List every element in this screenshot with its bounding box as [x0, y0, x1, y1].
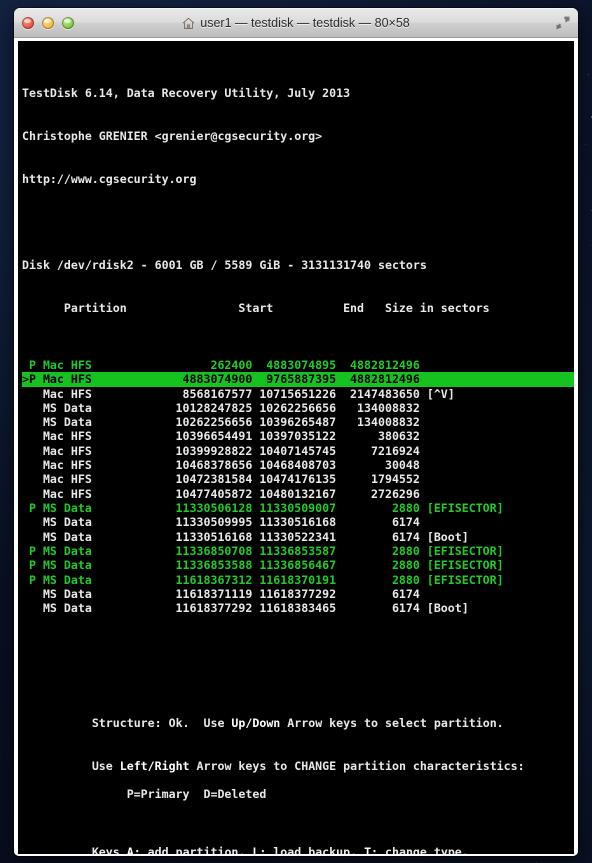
fullscreen-arrows-icon[interactable] [555, 15, 571, 31]
partition-row[interactable]: P Mac HFS 262400 4883074895 4882812496 [22, 358, 574, 372]
home-icon [183, 17, 195, 29]
partition-row[interactable]: MS Data 10128247825 10262256656 13400883… [22, 401, 574, 415]
footer-characteristics-line: P=Primary D=Deleted [22, 787, 267, 802]
partition-row-text: Mac HFS 10396654491 10397035122 380632 [22, 429, 420, 444]
footer-keys-line: Keys A: add partition, L: load backup, T… [22, 830, 574, 855]
partition-row-text: Mac HFS 10472381584 10474176135 1794552 [22, 472, 420, 487]
terminal-window[interactable]: user1 — testdisk — testdisk — 80×58 Test… [14, 8, 578, 856]
up-down-key-hint: Up/Down [231, 715, 281, 730]
partition-row-text: P Mac HFS 262400 4883074895 4882812496 [22, 357, 420, 372]
close-button[interactable] [22, 17, 34, 29]
terminal-screen-area[interactable]: TestDisk 6.14, Data Recovery Utility, Ju… [18, 41, 574, 854]
partition-row[interactable]: Mac HFS 10472381584 10474176135 1794552 [22, 472, 574, 486]
partition-row[interactable]: Mac HFS 10477405872 10480132167 2726296 [22, 487, 574, 501]
partition-row[interactable]: Mac HFS 10399928822 10407145745 7216924 [22, 444, 574, 458]
partition-table[interactable]: P Mac HFS 262400 4883074895 4882812496 >P… [22, 358, 574, 616]
partition-row[interactable]: P MS Data 11336850708 11336853587 2880 [… [22, 544, 574, 558]
partition-row-text: Mac HFS 10399928822 10407145745 7216924 [22, 443, 420, 458]
app-banner-line-3: http://www.cgsecurity.org [22, 171, 197, 186]
partition-row-text: P MS Data 11336850708 11336853587 2880 [… [22, 543, 504, 558]
partition-row[interactable]: Mac HFS 10468378656 10468408703 30048 [22, 458, 574, 472]
partition-row-text: Mac HFS 10468378656 10468408703 30048 [22, 458, 420, 473]
wallpaper-star [536, 861, 538, 863]
zoom-button[interactable] [62, 17, 74, 29]
window-titlebar[interactable]: user1 — testdisk — testdisk — 80×58 [14, 8, 578, 38]
minimize-button[interactable] [42, 17, 54, 29]
key-t-hint: T [364, 844, 372, 855]
app-banner-line-2: Christophe GRENIER <grenier@cgsecurity.o… [22, 128, 323, 143]
footer-change-line: Use Left/Right Arrow keys to CHANGE part… [91, 758, 525, 773]
partition-row-text: P MS Data 11618367312 11618370191 2880 [… [22, 572, 504, 587]
partition-row[interactable]: >P Mac HFS 4883074900 9765887395 4882812… [22, 372, 574, 387]
partition-row-text: MS Data 10262256656 10396265487 13400883… [22, 415, 420, 430]
partition-row[interactable]: P MS Data 11618367312 11618370191 2880 [… [22, 573, 574, 587]
partition-row-text: >P Mac HFS 4883074900 9765887395 4882812… [22, 372, 574, 387]
partition-row[interactable]: MS Data 11618377292 11618383465 6174 [Bo… [22, 601, 574, 615]
footer-structure-line: Structure: Ok. Use Up/Down Arrow keys to… [91, 715, 504, 730]
partition-row[interactable]: MS Data 11330509995 11330516168 6174 [22, 515, 574, 529]
wallpaper-star [590, 244, 592, 246]
key-a-hint: A [126, 844, 134, 855]
partition-row-text: MS Data 11330516168 11330522341 6174 [Bo… [22, 529, 469, 544]
wallpaper-star [584, 144, 586, 146]
partition-row[interactable]: Mac HFS 8568167577 10715651226 214748365… [22, 387, 574, 401]
window-title: user1 — testdisk — testdisk — 80×58 [14, 16, 578, 30]
partition-row[interactable]: P MS Data 11330506128 11330509007 2880 [… [22, 501, 574, 515]
table-header-row: Partition Start End Size in sectors [22, 300, 490, 315]
terminal-body: TestDisk 6.14, Data Recovery Utility, Ju… [14, 38, 578, 856]
app-banner-line-1: TestDisk 6.14, Data Recovery Utility, Ju… [22, 85, 351, 100]
partition-row[interactable]: MS Data 11330516168 11330522341 6174 [Bo… [22, 530, 574, 544]
terminal-text: TestDisk 6.14, Data Recovery Utility, Ju… [18, 43, 574, 854]
partition-row[interactable]: Mac HFS 10396654491 10397035122 380632 [22, 429, 574, 443]
wallpaper-star [588, 73, 590, 75]
partition-row-text: Mac HFS 10477405872 10480132167 2726296 [22, 486, 420, 501]
partition-row[interactable]: MS Data 10262256656 10396265487 13400883… [22, 415, 574, 429]
window-title-text: user1 — testdisk — testdisk — 80×58 [200, 16, 410, 30]
partition-row-text: P MS Data 11330506128 11330509007 2880 [… [22, 501, 504, 515]
partition-row-text: MS Data 11330509995 11330516168 6174 [22, 515, 420, 530]
partition-row-text: MS Data 11618371119 11618377292 6174 [22, 586, 420, 601]
partition-row[interactable]: P MS Data 11336853588 11336856467 2880 [… [22, 558, 574, 572]
left-right-key-hint: Left/Right [119, 758, 190, 773]
partition-row[interactable]: MS Data 11618371119 11618377292 6174 [22, 587, 574, 601]
partition-row-text: Mac HFS 8568167577 10715651226 214748365… [22, 386, 455, 401]
window-controls[interactable] [22, 17, 74, 29]
disk-info-line: Disk /dev/rdisk2 - 6001 GB / 5589 GiB - … [22, 257, 427, 272]
partition-row-text: P MS Data 11336853588 11336856467 2880 [… [22, 558, 504, 573]
partition-row-text: MS Data 11618377292 11618383465 6174 [Bo… [22, 601, 469, 616]
wallpaper-star [579, 25, 580, 27]
partition-row-text: MS Data 10128247825 10262256656 13400883… [22, 400, 420, 415]
